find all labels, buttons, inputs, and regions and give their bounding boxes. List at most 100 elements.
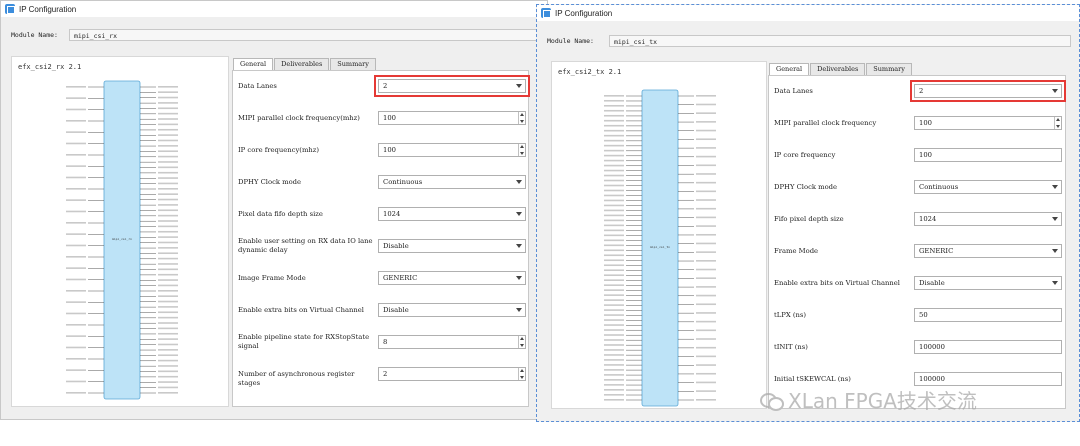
param-label: IP core frequency — [774, 151, 836, 159]
pin-name-mark — [66, 120, 86, 122]
spin-buttons[interactable] — [518, 336, 525, 348]
pin-name-mark — [604, 199, 624, 202]
spin-down-icon[interactable] — [1056, 125, 1060, 128]
module-name-input[interactable]: mipi_csi_rx — [69, 29, 547, 41]
param-dropdown[interactable]: GENERIC — [378, 271, 526, 285]
pin-name-mark — [696, 207, 716, 210]
module-name-input[interactable]: mipi_csi_tx — [609, 35, 1071, 47]
pin-name-mark — [696, 355, 716, 358]
param-dropdown[interactable]: Disable — [378, 239, 526, 253]
param-dropdown[interactable]: 1024 — [378, 207, 526, 221]
pin-name-mark — [604, 214, 624, 217]
spin-up-icon[interactable] — [520, 145, 524, 148]
pin-name-mark — [158, 284, 178, 287]
pin-name-mark — [696, 181, 716, 184]
tab-general[interactable]: General — [233, 58, 274, 70]
spin-down-icon[interactable] — [520, 152, 524, 155]
param-value: 100000 — [919, 343, 945, 351]
param-value: GENERIC — [383, 274, 418, 282]
pin-name-mark — [158, 134, 178, 136]
pin-name-mark — [158, 247, 178, 249]
pin-name-mark — [158, 204, 178, 206]
pin-name-mark — [66, 188, 86, 190]
param-spinbox[interactable]: 2 — [378, 367, 526, 381]
tab-summary[interactable]: Summary — [330, 58, 376, 70]
param-label: MIPI parallel clock frequency(mhz) — [238, 114, 360, 122]
param-label: DPHY Clock mode — [774, 183, 838, 191]
pin-name-mark — [696, 303, 716, 306]
param-input[interactable]: 100000 — [914, 372, 1062, 386]
chevron-down-icon — [516, 244, 522, 248]
pin-name-mark — [604, 194, 624, 197]
spin-buttons[interactable] — [1054, 117, 1061, 129]
spin-buttons[interactable] — [518, 368, 525, 380]
param-row: Frame Mode GENERIC — [774, 244, 1062, 258]
pin-name-mark — [158, 349, 178, 351]
pin-name-mark — [604, 354, 624, 356]
param-dropdown[interactable]: Continuous — [914, 180, 1062, 194]
tab-general[interactable]: General — [769, 63, 810, 75]
param-dropdown[interactable]: 1024 — [914, 212, 1062, 226]
spin-up-icon[interactable] — [520, 113, 524, 116]
param-label: Enable pipeline state for RXStopState si… — [238, 333, 370, 350]
pin-name-mark — [158, 241, 178, 244]
pin-name-mark — [66, 369, 86, 371]
spin-down-icon[interactable] — [520, 376, 524, 379]
param-spinbox[interactable]: 100 — [378, 143, 526, 157]
spin-buttons[interactable] — [518, 112, 525, 124]
pin-name-mark — [604, 229, 624, 232]
param-value: Disable — [919, 279, 945, 287]
param-spinbox[interactable]: 8 — [378, 335, 526, 349]
pin-name-mark — [696, 277, 716, 279]
spin-up-icon[interactable] — [520, 369, 524, 372]
pin-name-mark — [158, 188, 178, 190]
param-dropdown[interactable]: Disable — [914, 276, 1062, 290]
param-label: MIPI parallel clock frequency — [774, 119, 877, 127]
pin-name-mark — [66, 142, 86, 145]
param-dropdown[interactable]: Continuous — [378, 175, 526, 189]
pin-name-mark — [604, 314, 624, 316]
pin-name-mark — [604, 234, 624, 237]
pin-name-mark — [158, 214, 178, 217]
param-label: Initial tSKEWCAL (ns) — [774, 375, 851, 383]
pin-name-mark — [696, 112, 716, 114]
pin-name-mark — [604, 339, 624, 341]
param-input[interactable]: 100 — [914, 148, 1062, 162]
pin-name-mark — [158, 338, 178, 340]
pin-name-mark — [696, 338, 716, 340]
tab-deliverables[interactable]: Deliverables — [274, 58, 330, 70]
param-row: Number of asynchronous register stages 2 — [238, 367, 526, 387]
param-row: Pixel data fifo depth size 1024 — [238, 207, 526, 221]
pin-name-mark — [604, 344, 624, 346]
param-label: Enable extra bits on Virtual Channel — [774, 279, 900, 287]
param-spinbox[interactable]: 100 — [914, 116, 1062, 130]
param-input[interactable]: 50 — [914, 308, 1062, 322]
pin-name-mark — [696, 399, 716, 401]
param-dropdown[interactable]: GENERIC — [914, 244, 1062, 258]
spin-down-icon[interactable] — [520, 120, 524, 123]
spin-down-icon[interactable] — [520, 344, 524, 347]
param-spinbox[interactable]: 100 — [378, 111, 526, 125]
pin-name-mark — [158, 354, 178, 357]
spin-up-icon[interactable] — [1056, 118, 1060, 121]
param-input[interactable]: 100000 — [914, 340, 1062, 354]
pin-name-mark — [604, 349, 624, 351]
tab-deliverables[interactable]: Deliverables — [810, 63, 866, 75]
spin-up-icon[interactable] — [520, 337, 524, 340]
pin-name-mark — [696, 199, 716, 201]
pin-name-mark — [696, 268, 716, 271]
pin-name-mark — [604, 154, 624, 157]
param-dropdown[interactable]: Disable — [378, 303, 526, 317]
tab-summary[interactable]: Summary — [866, 63, 912, 75]
pin-name-mark — [158, 171, 178, 174]
pin-name-mark — [158, 268, 178, 271]
ip-config-window-tx: IP Configuration Module Name: mipi_csi_t… — [536, 4, 1080, 422]
pin-name-mark — [604, 294, 624, 296]
pin-name-mark — [604, 239, 624, 242]
ip-block-diagram: mipi_csi_rx — [66, 80, 178, 400]
spin-buttons[interactable] — [518, 144, 525, 156]
pin-name-mark — [158, 311, 178, 314]
pin-name-mark — [604, 264, 624, 267]
pin-name-mark — [604, 379, 624, 381]
param-row: DPHY Clock mode Continuous — [774, 180, 1062, 194]
